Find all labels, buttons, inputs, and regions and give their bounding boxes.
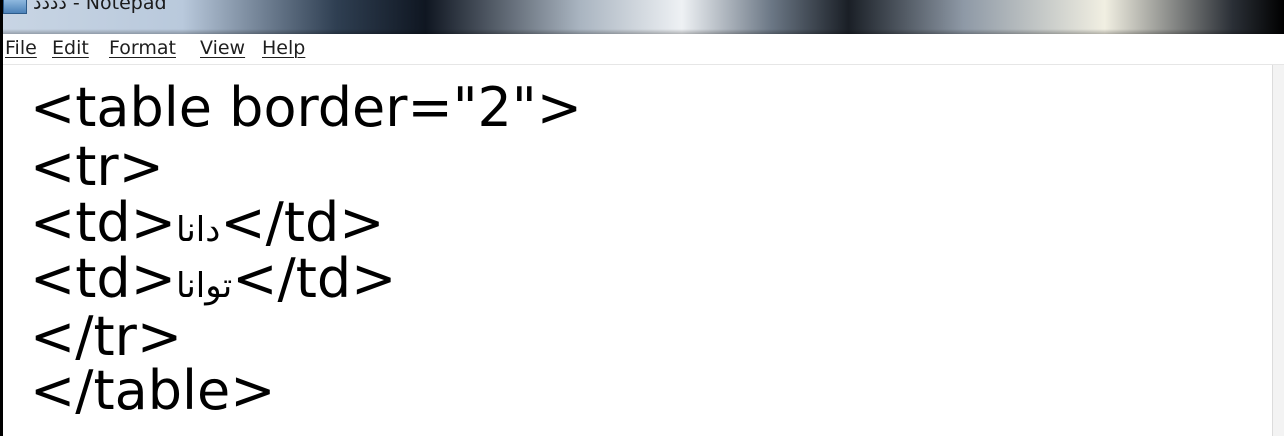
- notepad-icon[interactable]: [3, 0, 27, 14]
- menu-bar: File Edit Format View Help: [3, 34, 1284, 64]
- code-tag-open: <td>: [30, 191, 176, 254]
- code-tag-close: </td>: [220, 191, 385, 254]
- text-editor[interactable]: <table border="2"> <tr> <td>دانا</td> <t…: [3, 65, 1273, 436]
- code-line: </tr>: [30, 305, 183, 368]
- arabic-text: توانا: [175, 266, 233, 306]
- code-line: <tr>: [30, 135, 164, 198]
- notepad-window: دددد - Notepad File Edit Format View Hel…: [0, 0, 1284, 436]
- menu-format[interactable]: Format: [109, 37, 176, 59]
- window-title: دددد - Notepad: [33, 0, 167, 14]
- vertical-scrollbar[interactable]: [1272, 65, 1284, 436]
- arabic-text: دانا: [175, 210, 221, 250]
- menu-view[interactable]: View: [200, 37, 245, 59]
- menu-file[interactable]: File: [5, 37, 37, 59]
- code-line: <table border="2">: [30, 76, 582, 139]
- menu-edit[interactable]: Edit: [52, 37, 89, 59]
- code-tag-close: </td>: [232, 247, 397, 310]
- code-tag-open: <td>: [30, 247, 176, 310]
- code-line: <td>دانا</td>: [30, 196, 385, 250]
- code-line: <td>توانا</td>: [30, 252, 396, 306]
- code-line: </table>: [30, 359, 276, 422]
- menu-help[interactable]: Help: [262, 37, 305, 59]
- title-bar[interactable]: دددد - Notepad: [3, 0, 1284, 34]
